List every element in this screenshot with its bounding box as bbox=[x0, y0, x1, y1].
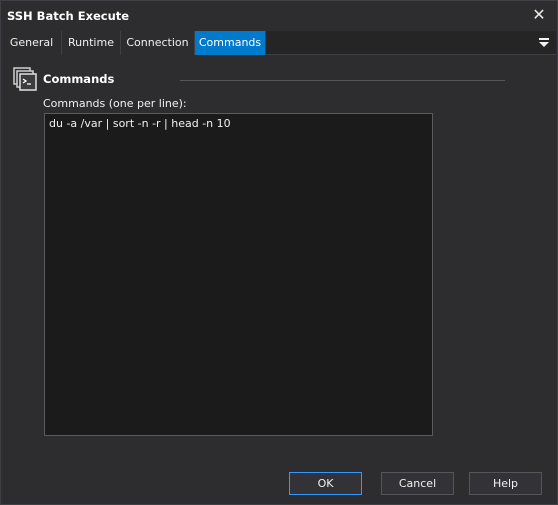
tab-general[interactable]: General bbox=[2, 31, 62, 55]
section-title: Commands bbox=[43, 72, 115, 86]
commands-label: Commands (one per line): bbox=[43, 97, 187, 110]
ok-button[interactable]: OK bbox=[289, 472, 362, 495]
dialog-window: SSH Batch Execute ✕ General Runtime Conn… bbox=[0, 0, 558, 505]
commands-textarea[interactable]: du -a /var | sort -n -r | head -n 10 bbox=[44, 113, 433, 436]
help-button[interactable]: Help bbox=[469, 472, 542, 495]
title-bar[interactable]: SSH Batch Execute ✕ bbox=[1, 1, 557, 31]
window-title: SSH Batch Execute bbox=[7, 9, 130, 23]
tab-bar: General Runtime Connection Commands bbox=[2, 31, 556, 55]
cancel-button[interactable]: Cancel bbox=[381, 472, 454, 495]
terminal-windows-icon bbox=[13, 67, 37, 91]
close-button[interactable]: ✕ bbox=[529, 5, 549, 25]
tab-connection[interactable]: Connection bbox=[121, 31, 195, 55]
tab-commands[interactable]: Commands bbox=[195, 31, 266, 55]
tab-runtime[interactable]: Runtime bbox=[62, 31, 121, 55]
section-divider bbox=[180, 80, 505, 81]
dropdown-menu-icon[interactable] bbox=[538, 36, 550, 50]
